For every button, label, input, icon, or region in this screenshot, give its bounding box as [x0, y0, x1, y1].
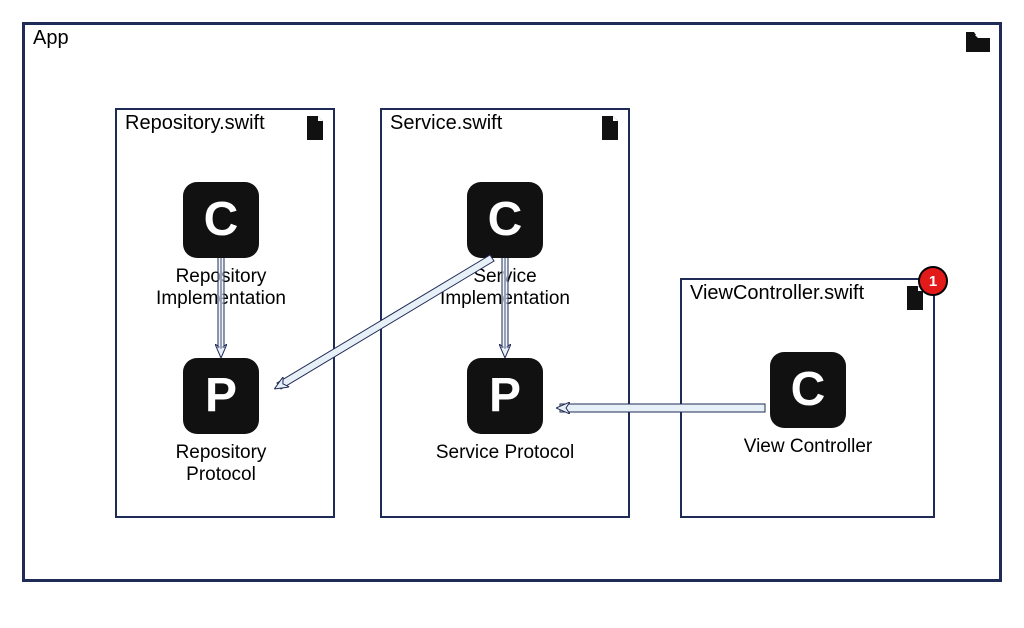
package-label: App: [33, 27, 69, 50]
issue-count-badge: 1: [918, 266, 948, 296]
file-label: Repository.swift: [125, 112, 265, 135]
diagram-canvas: App Repository.swift Service.swift: [0, 0, 1024, 628]
protocol-node-service-protocol[interactable]: P: [467, 358, 543, 434]
class-node-service-impl[interactable]: C: [467, 182, 543, 258]
node-label: Service Implementation: [435, 266, 575, 310]
node-label: Repository Implementation: [151, 266, 291, 310]
node-kind: C: [791, 366, 826, 414]
folder-icon: [965, 31, 991, 58]
node-label: Service Protocol: [435, 442, 575, 464]
node-label: View Controller: [738, 436, 878, 458]
class-node-view-controller[interactable]: C: [770, 352, 846, 428]
node-kind: C: [488, 196, 523, 244]
badge-count: 1: [929, 273, 937, 290]
node-kind: C: [204, 196, 239, 244]
file-icon: [305, 116, 325, 145]
node-kind: P: [489, 372, 521, 420]
class-node-repository-impl[interactable]: C: [183, 182, 259, 258]
protocol-node-repository-protocol[interactable]: P: [183, 358, 259, 434]
file-icon: [600, 116, 620, 145]
node-kind: P: [205, 372, 237, 420]
file-label: Service.swift: [390, 112, 502, 135]
node-label: Repository Protocol: [151, 442, 291, 486]
file-label: ViewController.swift: [690, 282, 864, 305]
